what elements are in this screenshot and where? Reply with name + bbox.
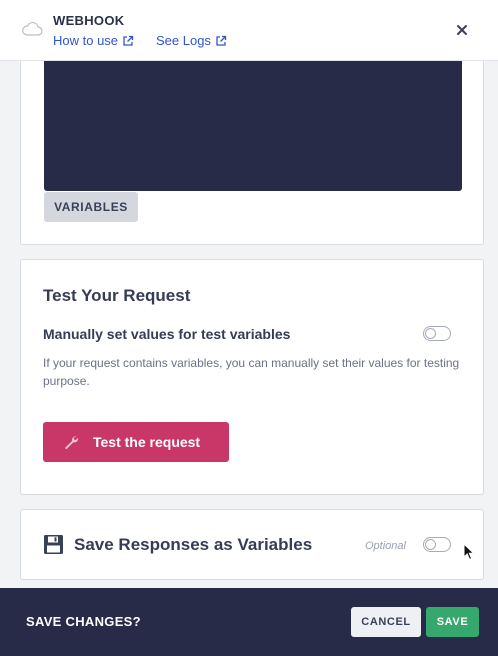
close-icon[interactable] xyxy=(455,23,469,37)
toggle-knob xyxy=(425,328,436,339)
save-responses-title: Save Responses as Variables xyxy=(74,535,313,554)
request-body-panel: VARIABLES xyxy=(20,61,484,245)
header: WEBHOOK How to use See Logs xyxy=(0,0,498,61)
floppy-disk-icon xyxy=(44,535,63,554)
variables-button[interactable]: VARIABLES xyxy=(44,192,138,222)
save-changes-prompt: SAVE CHANGES? xyxy=(26,614,141,629)
cancel-button[interactable]: CANCEL xyxy=(351,607,421,637)
test-request-panel: Test Your Request Manually set values fo… xyxy=(20,259,484,495)
code-editor[interactable] xyxy=(44,61,462,191)
save-responses-toggle[interactable] xyxy=(423,537,451,552)
test-request-label: Test the request xyxy=(93,434,201,450)
page-title: WEBHOOK xyxy=(53,13,125,28)
save-button[interactable]: SAVE xyxy=(426,607,479,637)
manual-values-toggle[interactable] xyxy=(423,326,451,341)
webhook-panel: WEBHOOK How to use See Logs VARIABLES Te… xyxy=(0,0,498,656)
mouse-pointer-icon xyxy=(463,543,475,561)
save-changes-bar: SAVE CHANGES? CANCEL SAVE xyxy=(0,588,498,656)
optional-label: Optional xyxy=(365,540,406,552)
manual-values-help: If your request contains variables, you … xyxy=(43,356,460,388)
toggle-knob xyxy=(425,539,436,550)
see-logs-link[interactable]: See Logs xyxy=(156,33,227,48)
external-link-icon xyxy=(123,35,134,46)
see-logs-label: See Logs xyxy=(156,33,211,48)
external-link-icon xyxy=(216,35,227,46)
how-to-use-label: How to use xyxy=(53,33,119,48)
manual-values-label: Manually set values for test variables xyxy=(43,326,291,342)
test-request-button[interactable]: Test the request xyxy=(43,422,229,462)
cloud-icon xyxy=(22,21,43,36)
save-responses-panel: Save Responses as Variables Optional xyxy=(20,509,484,580)
wrench-icon xyxy=(65,436,79,450)
test-request-title: Test Your Request xyxy=(43,286,191,305)
how-to-use-link[interactable]: How to use xyxy=(53,33,134,48)
